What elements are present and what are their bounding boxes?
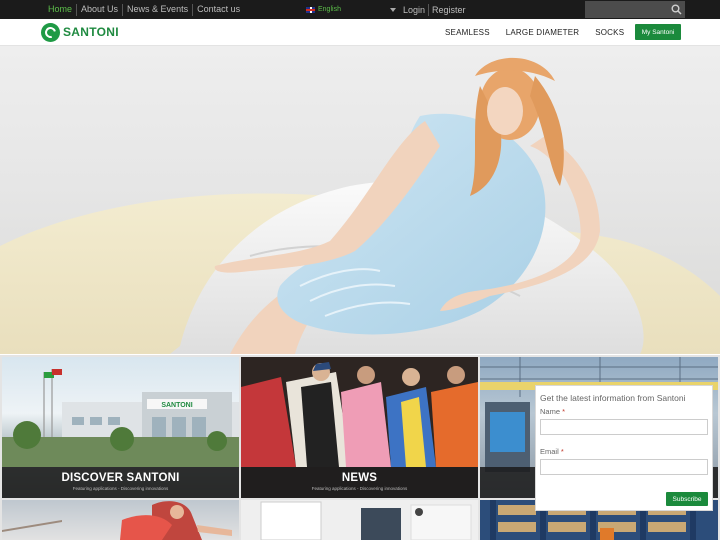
tile-news[interactable]: NEWS Featuring applications - Discoverin… [241, 357, 478, 498]
search-icon[interactable] [670, 3, 683, 16]
main-header: SANTONI SEAMLESS LARGE DIAMETER SOCKS My… [0, 19, 720, 46]
tile-discover-santoni[interactable]: SANTONI DISCOVER SANTONI Featuring appli… [2, 357, 239, 498]
email-field[interactable] [540, 459, 708, 475]
svg-text:SANTONI: SANTONI [161, 402, 192, 409]
required-mark: * [562, 407, 566, 416]
lab-image [260, 501, 472, 540]
tile-subtitle: Featuring applications - Discovering inn… [311, 486, 408, 491]
fashion-image [241, 357, 478, 467]
tile-caption: NEWS Featuring applications - Discoverin… [241, 467, 478, 498]
register-link[interactable]: Register [429, 5, 469, 15]
top-bar: Home About Us News & Events Contact us E… [0, 0, 720, 20]
name-field[interactable] [540, 419, 708, 435]
language-selector[interactable]: English [306, 0, 398, 19]
name-label-text: Name [540, 407, 561, 416]
tile-bottom-left[interactable] [2, 500, 239, 540]
language-label: English [318, 6, 341, 13]
logo-text: SANTONI [63, 25, 119, 39]
name-label: Name * [540, 407, 565, 416]
auth-links: Login Register [400, 0, 469, 19]
login-link[interactable]: Login [400, 5, 428, 15]
nav-seamless[interactable]: SEAMLESS [445, 28, 490, 37]
top-nav-contact[interactable]: Contact us [193, 0, 244, 19]
tile-title: DISCOVER SANTONI [61, 472, 180, 484]
tile-bottom-middle[interactable] [241, 500, 478, 540]
top-nav-about[interactable]: About Us [77, 0, 122, 19]
subscribe-panel: Get the latest information from Santoni … [535, 385, 713, 511]
top-nav-news[interactable]: News & Events [123, 0, 192, 19]
hero-banner [0, 46, 720, 354]
subscribe-heading: Get the latest information from Santoni [540, 393, 686, 403]
santoni-logo-icon [41, 22, 60, 42]
top-nav: Home About Us News & Events Contact us [44, 0, 244, 19]
runner-image [2, 501, 232, 540]
search-input[interactable] [585, 3, 669, 20]
hero-image [0, 57, 720, 354]
main-nav: SEAMLESS LARGE DIAMETER SOCKS [440, 19, 635, 46]
search-box [585, 1, 685, 20]
tile-caption: DISCOVER SANTONI Featuring applications … [2, 467, 239, 498]
my-santoni-button[interactable]: My Santoni [635, 24, 681, 40]
santoni-logo[interactable]: SANTONI [41, 22, 119, 42]
top-nav-home[interactable]: Home [44, 0, 76, 19]
chevron-down-icon [390, 8, 396, 12]
email-label-text: Email [540, 447, 559, 456]
email-label: Email * [540, 447, 564, 456]
nav-socks[interactable]: SOCKS [595, 28, 624, 37]
tile-title: NEWS [341, 472, 378, 484]
required-mark: * [560, 447, 564, 456]
subscribe-button[interactable]: Subscribe [666, 492, 708, 506]
nav-large-diameter[interactable]: LARGE DIAMETER [506, 28, 579, 37]
tile-subtitle: Featuring applications - Discovering inn… [72, 486, 169, 491]
uk-flag-icon [306, 6, 315, 13]
building-image: SANTONI [2, 369, 239, 467]
